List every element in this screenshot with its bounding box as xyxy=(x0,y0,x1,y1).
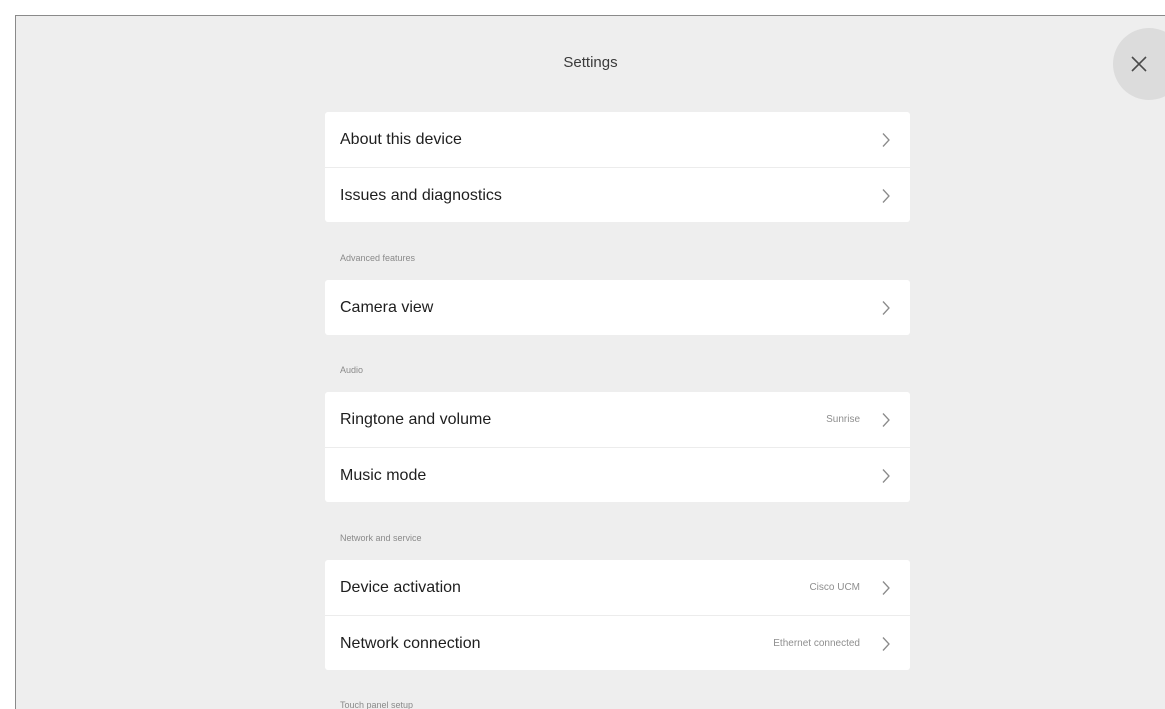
settings-item-value: Ethernet connected xyxy=(773,638,860,649)
chevron-right-icon xyxy=(882,581,890,595)
settings-item-label: Device activation xyxy=(340,579,461,596)
settings-item-camera-view[interactable]: Camera view xyxy=(325,280,910,335)
chevron-right-icon xyxy=(882,637,890,651)
settings-item-label: Music mode xyxy=(340,467,427,484)
settings-group-advanced-features: Camera view xyxy=(325,280,910,335)
settings-group-network-and-service: Device activation Cisco UCM Network conn… xyxy=(325,560,910,670)
close-icon xyxy=(1131,56,1147,72)
settings-item-music-mode[interactable]: Music mode xyxy=(325,447,910,502)
chevron-right-icon xyxy=(882,133,890,147)
settings-item-value: Sunrise xyxy=(826,414,860,425)
settings-group-general: About this device Issues and diagnostics xyxy=(325,112,910,222)
page-title: Settings xyxy=(563,54,618,71)
settings-item-issues-and-diagnostics[interactable]: Issues and diagnostics xyxy=(325,167,910,222)
settings-item-value: Cisco UCM xyxy=(809,582,860,593)
settings-item-label: Camera view xyxy=(340,299,434,316)
chevron-right-icon xyxy=(882,469,890,483)
settings-item-label: Ringtone and volume xyxy=(340,411,492,428)
settings-item-label: Issues and diagnostics xyxy=(340,187,502,204)
settings-group-audio: Ringtone and volume Sunrise Music mode xyxy=(325,392,910,502)
settings-item-network-connection[interactable]: Network connection Ethernet connected xyxy=(325,615,910,670)
settings-item-about-this-device[interactable]: About this device xyxy=(325,112,910,167)
settings-item-label: About this device xyxy=(340,131,462,148)
section-header-network-and-service: Network and service xyxy=(340,533,422,543)
settings-item-ringtone-and-volume[interactable]: Ringtone and volume Sunrise xyxy=(325,392,910,447)
close-button[interactable] xyxy=(1113,28,1165,100)
settings-item-device-activation[interactable]: Device activation Cisco UCM xyxy=(325,560,910,615)
chevron-right-icon xyxy=(882,413,890,427)
settings-item-label: Network connection xyxy=(340,635,481,652)
section-header-audio: Audio xyxy=(340,365,364,375)
settings-screen: Settings About this device Issues and di… xyxy=(15,15,1165,709)
section-header-touch-panel-setup: Touch panel setup xyxy=(340,700,414,709)
section-header-advanced-features: Advanced features xyxy=(340,253,416,263)
chevron-right-icon xyxy=(882,301,890,315)
chevron-right-icon xyxy=(882,189,890,203)
